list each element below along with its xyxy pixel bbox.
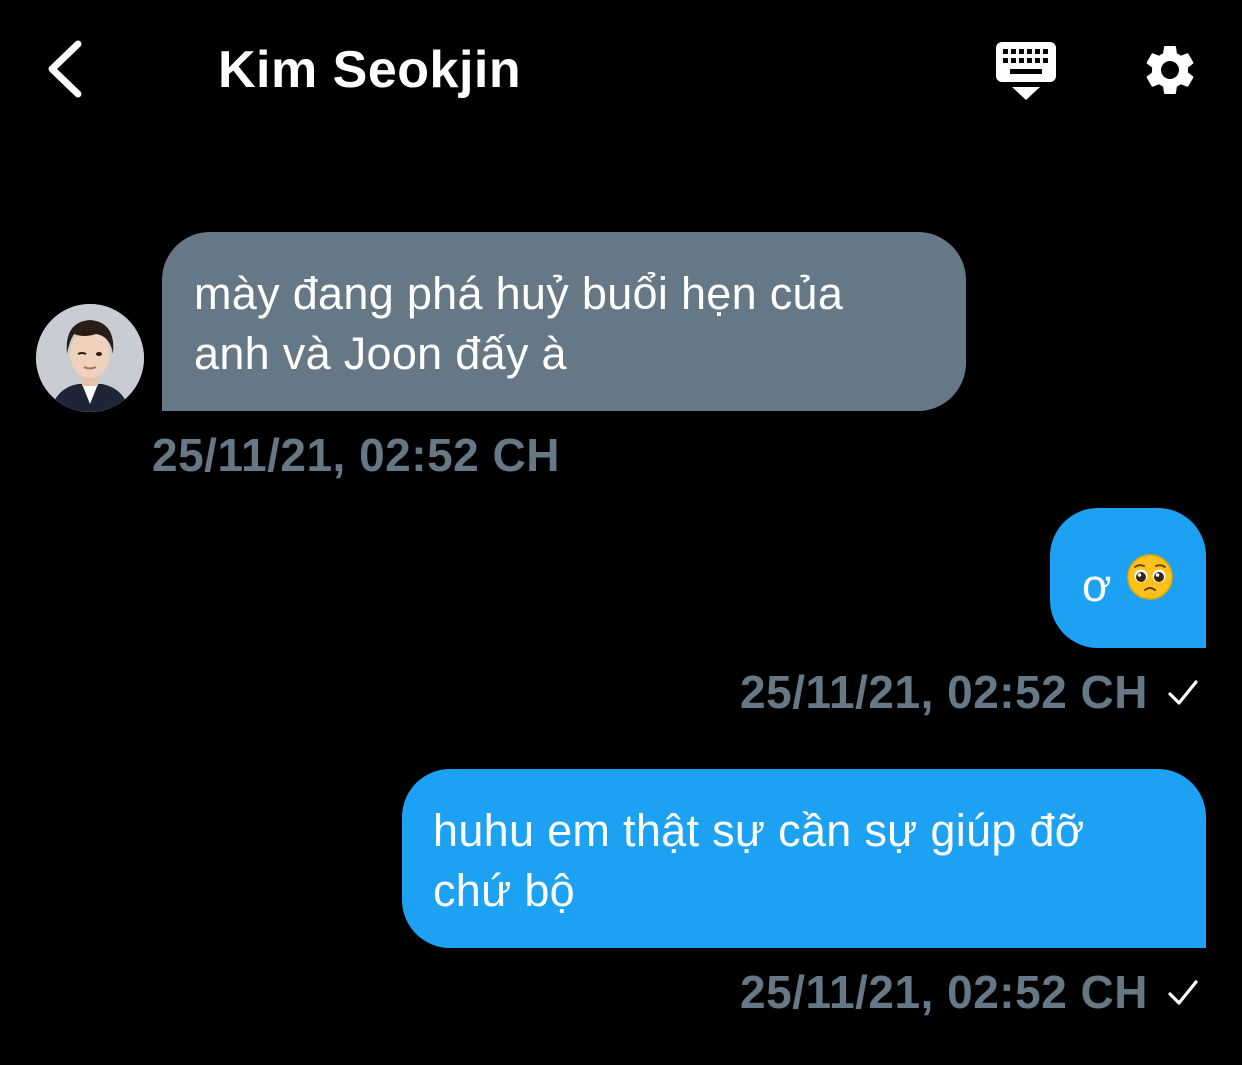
avatar[interactable] [36, 304, 144, 412]
outgoing-message-bubble[interactable]: huhu em thật sự cần sự giúp đỡ chứ bộ [402, 769, 1206, 948]
pleading-face-emoji [1126, 553, 1174, 616]
message-text-line: huhu em thật sự cần sự giúp đỡ [433, 805, 1085, 856]
checkmark-icon [1168, 980, 1198, 1005]
gear-icon [1146, 46, 1194, 94]
message-timestamp: 25/11/21, 02:52 CH [740, 966, 1148, 1018]
keyboard-hide-icon [996, 42, 1056, 100]
message-text: ơ [1082, 560, 1112, 611]
contact-photo [36, 304, 144, 412]
message-timestamp: 25/11/21, 02:52 CH [740, 666, 1148, 718]
message-text-line: anh và Joon đấy à [194, 328, 567, 379]
incoming-message-bubble[interactable]: mày đang phá huỷ buổi hẹn của anh và Joo… [162, 232, 966, 411]
settings-button[interactable] [1140, 40, 1200, 100]
message-text-line: chứ bộ [433, 865, 576, 916]
chat-header: Kim Seokjin [0, 0, 1242, 140]
back-button[interactable] [40, 36, 100, 102]
message-text-line: mày đang phá huỷ buổi hẹn của [194, 268, 844, 319]
message-timestamp: 25/11/21, 02:52 CH [152, 429, 560, 481]
keyboard-toggle-button[interactable] [994, 40, 1058, 102]
checkmark-icon [1168, 680, 1198, 705]
outgoing-message-bubble[interactable]: ơ [1050, 508, 1206, 648]
chevron-left-icon [48, 40, 82, 98]
contact-name: Kim Seokjin [218, 41, 522, 99]
